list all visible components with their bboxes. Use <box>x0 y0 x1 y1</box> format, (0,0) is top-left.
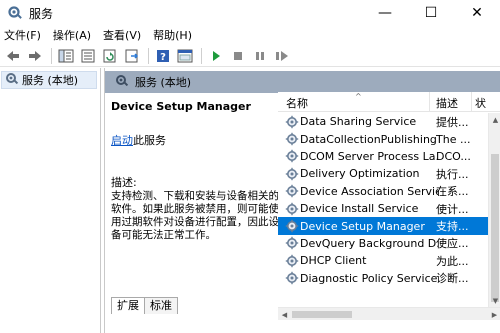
table-row[interactable]: Device Association Service 在系... <box>278 183 488 200</box>
description-text: 支持检测、下载和安装与设备相关的软件。如果此服务被禁用，则可能使用过期软件对设备… <box>111 190 279 241</box>
service-name: DataCollectionPublishing... <box>300 132 438 146</box>
service-description: DCO... <box>436 149 471 163</box>
table-row[interactable]: DataCollectionPublishing... The ... <box>278 130 488 147</box>
table-row[interactable]: Diagnostic Policy Service 诊断... <box>278 270 488 287</box>
selected-service-title: Device Setup Manager <box>111 100 251 113</box>
view-tabs: 扩展 标准 <box>105 296 500 314</box>
scroll-up-icon[interactable]: ▲ <box>489 113 500 126</box>
window-title: 服务 <box>29 6 54 21</box>
table-row[interactable]: Delivery Optimization 执行... <box>278 165 488 182</box>
back-arrow-icon[interactable] <box>3 47 23 65</box>
console-tree-pane: 服务 (本地) <box>0 68 101 333</box>
forward-arrow-icon[interactable] <box>25 47 45 65</box>
export-list-icon[interactable] <box>122 47 142 65</box>
menu-bar: 文件(F) 操作(A) 查看(V) 帮助(H) <box>0 26 500 45</box>
table-row[interactable]: DHCP Client 为此... <box>278 252 488 269</box>
service-name: Data Sharing Service <box>300 115 417 129</box>
service-gear-icon <box>285 115 299 129</box>
service-gear-icon <box>285 202 299 216</box>
service-gear-icon <box>285 254 299 268</box>
pause-service-icon[interactable] <box>250 47 270 65</box>
table-row[interactable]: DevQuery Background D... 使应... <box>278 235 488 252</box>
column-header-name[interactable]: ^ 名称 <box>278 92 430 112</box>
services-gear-icon <box>7 5 23 21</box>
close-button[interactable]: ✕ <box>454 0 500 26</box>
service-description: 执行... <box>436 167 469 181</box>
service-description-panel: Device Setup Manager 启动此服务 描述: 支持检测、下载和安… <box>111 100 279 242</box>
table-row[interactable]: Data Sharing Service 提供... <box>278 113 488 130</box>
service-description: 使计... <box>436 202 469 216</box>
service-name: DHCP Client <box>300 254 367 268</box>
service-description: 支持... <box>436 220 469 234</box>
tab-standard[interactable]: 标准 <box>144 297 178 314</box>
table-row[interactable]: Device Setup Manager 支持... <box>278 217 488 235</box>
table-row[interactable]: DCOM Server Process La... DCO... <box>278 148 488 165</box>
tree-item-services-local[interactable]: 服务 (本地) <box>1 71 97 89</box>
services-gear-icon <box>115 74 129 91</box>
service-gear-icon <box>285 184 299 198</box>
menu-action[interactable]: 操作(A) <box>47 26 97 45</box>
services-gear-icon <box>5 72 19 89</box>
sort-indicator: ^ <box>355 92 362 101</box>
toolbar: ? <box>0 45 500 67</box>
help-icon[interactable]: ? <box>153 47 173 65</box>
service-name: Diagnostic Policy Service <box>300 271 438 285</box>
services-rows: Data Sharing Service 提供... DataCollectionP… <box>278 113 488 287</box>
list-header: ^ 名称 描述 状 <box>278 92 500 112</box>
service-name: Device Association Service <box>300 184 438 198</box>
menu-file[interactable]: 文件(F) <box>0 26 47 45</box>
stop-service-icon[interactable] <box>228 47 248 65</box>
service-name: DevQuery Background D... <box>300 236 438 250</box>
services-list: ^ 名称 描述 状 Data Sharing Service 提供... DataC… <box>278 92 500 307</box>
description-label: 描述: <box>111 176 137 189</box>
tab-extended[interactable]: 扩展 <box>111 297 145 314</box>
service-gear-icon <box>285 167 299 181</box>
svg-text:?: ? <box>160 52 166 63</box>
pane-header-label: 服务 (本地) <box>135 76 192 89</box>
console-icon[interactable] <box>175 47 195 65</box>
menu-help[interactable]: 帮助(H) <box>147 26 198 45</box>
start-service-suffix: 此服务 <box>133 134 166 147</box>
service-description: 提供... <box>436 115 469 129</box>
service-gear-icon <box>285 132 299 146</box>
title-bar: 服务 — ☐ ✕ <box>0 0 500 26</box>
start-service-link[interactable]: 启动 <box>111 134 133 147</box>
services-pane: 服务 (本地) Device Setup Manager 启动此服务 描述: 支… <box>104 68 500 333</box>
tree-item-label: 服务 (本地) <box>22 74 79 87</box>
vertical-scroll-thumb[interactable] <box>491 154 499 302</box>
service-name: Device Setup Manager <box>300 219 425 233</box>
maximize-button[interactable]: ☐ <box>408 0 454 26</box>
pane-header: 服务 (本地) <box>105 71 500 93</box>
service-name: Delivery Optimization <box>300 167 420 181</box>
column-header-description[interactable]: 描述 <box>430 92 472 112</box>
service-gear-icon <box>285 271 299 285</box>
start-service-row: 启动此服务 <box>111 132 279 148</box>
service-description: 诊断... <box>436 272 469 286</box>
toolbar-separator <box>148 47 149 64</box>
toolbar-separator <box>51 47 52 64</box>
service-description: 使应... <box>436 237 469 251</box>
service-gear-icon <box>285 236 299 250</box>
service-gear-icon <box>285 219 299 233</box>
toolbar-separator <box>201 47 202 64</box>
vertical-scrollbar[interactable]: ▲ ▼ <box>488 113 500 307</box>
minimize-button[interactable]: — <box>362 0 408 26</box>
service-description: 为此... <box>436 254 469 268</box>
refresh-icon[interactable] <box>100 47 120 65</box>
menu-view[interactable]: 查看(V) <box>97 26 147 45</box>
start-service-icon[interactable] <box>206 47 226 65</box>
service-name: DCOM Server Process La... <box>300 149 438 163</box>
service-description: 在系... <box>436 185 469 199</box>
service-name: Device Install Service <box>300 202 419 216</box>
console-tree-icon[interactable] <box>56 47 76 65</box>
restart-service-icon[interactable] <box>272 47 292 65</box>
properties-icon[interactable] <box>78 47 98 65</box>
column-header-state[interactable]: 状 <box>472 92 486 112</box>
service-description: The ... <box>436 132 471 146</box>
table-row[interactable]: Device Install Service 使计... <box>278 200 488 217</box>
service-gear-icon <box>285 149 299 163</box>
